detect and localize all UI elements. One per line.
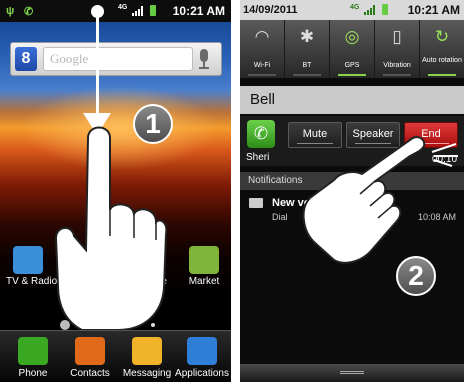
tap-burst-icon: [431, 143, 458, 167]
toggle-wifi[interactable]: ◠ Wi-Fi: [240, 20, 285, 78]
status-bar[interactable]: 14/09/2011 4G 10:21 AM: [240, 0, 464, 20]
contact-name: Sheri: [246, 152, 270, 163]
rotation-icon: ↻: [434, 27, 450, 46]
network-type-label: 4G: [118, 4, 128, 11]
signal-icon: [364, 5, 375, 15]
status-time: 10:21 AM: [172, 4, 225, 18]
status-time: 10:21 AM: [407, 3, 460, 17]
ongoing-call-caller: Bell: [240, 86, 464, 114]
phone-icon[interactable]: ✆: [247, 120, 275, 148]
usb-icon: ψ: [6, 5, 15, 17]
network-type-label: 4G: [350, 4, 360, 11]
contacts-icon: [75, 337, 105, 365]
toggle-state-bar: [383, 74, 411, 76]
notification-subtitle: Dial: [272, 212, 288, 222]
swipe-start-dot: [91, 5, 104, 18]
market-icon: [189, 246, 219, 274]
app-label: TV & Radio: [6, 276, 58, 287]
toggle-bluetooth[interactable]: ✱ BT: [285, 20, 330, 78]
bluetooth-icon: ✱: [299, 27, 315, 46]
toggle-state-bar: [338, 74, 366, 76]
phone-icon: [18, 337, 48, 365]
dock-label: Contacts: [70, 368, 110, 379]
signal-icon: [132, 6, 143, 16]
dock-label: Messaging: [122, 368, 172, 379]
toggle-label: Auto rotation: [422, 57, 462, 64]
dock-phone[interactable]: Phone: [4, 337, 62, 379]
status-date: 14/09/2011: [243, 4, 298, 16]
dock-label: Phone: [18, 368, 48, 379]
toggle-auto-rotation[interactable]: ↻ Auto rotation: [420, 20, 464, 78]
google-logo-icon[interactable]: 8: [15, 47, 37, 71]
grid-icon: [187, 337, 217, 365]
quick-settings-bar: ◠ Wi-Fi ✱ BT ◎ GPS ▯ Vibration ↻ Auto ro…: [240, 20, 464, 78]
status-bar[interactable]: ψ ✆ 4G 10:21 AM: [0, 0, 231, 22]
battery-icon: [382, 4, 388, 15]
microphone-icon[interactable]: [193, 47, 215, 71]
google-search-widget[interactable]: 8 Google: [10, 42, 222, 76]
vibration-icon: ▯: [392, 27, 402, 46]
dock-messaging[interactable]: Messaging: [118, 337, 176, 379]
call-icon: ✆: [24, 6, 34, 18]
toggle-state-bar: [428, 74, 456, 76]
tv-radio-icon: [13, 246, 43, 274]
wifi-icon: ◠: [254, 27, 270, 46]
app-tv-radio[interactable]: TV & Radio: [6, 246, 58, 287]
dock-contacts[interactable]: Contacts: [61, 337, 119, 379]
gps-icon: ◎: [344, 27, 360, 46]
app-label: Market: [188, 276, 220, 287]
panel-drag-handle[interactable]: [240, 364, 464, 382]
step-2-badge: 2: [396, 256, 436, 296]
envelope-icon: [132, 337, 162, 365]
app-dock: Phone Contacts Messaging Applications: [0, 330, 231, 382]
swipe-down-line: [96, 10, 99, 122]
battery-icon: [150, 5, 156, 16]
notification-panel: 14/09/2011 4G 10:21 AM ◠ Wi-Fi ✱ BT ◎ GP…: [240, 0, 464, 382]
toggle-state-bar: [248, 74, 276, 76]
home-screen-panel: ψ ✆ 4G 10:21 AM 8 Google TV & Radio rve …: [0, 0, 231, 382]
search-input[interactable]: Google: [43, 47, 193, 71]
voicemail-icon: [249, 198, 263, 208]
dock-applications[interactable]: Applications: [173, 337, 231, 379]
grip-icon: [340, 371, 364, 374]
toggle-label: Vibration: [383, 62, 411, 69]
app-market[interactable]: Market: [182, 246, 226, 287]
step-1-badge: 1: [133, 104, 173, 144]
dock-label: Applications: [175, 368, 229, 379]
toggle-label: Wi-Fi: [253, 62, 271, 69]
toggle-gps[interactable]: ◎ GPS: [330, 20, 375, 78]
toggle-vibration[interactable]: ▯ Vibration: [375, 20, 420, 78]
toggle-label: BT: [302, 62, 312, 69]
pointing-hand-icon: [302, 136, 426, 264]
pointing-hand-icon: [54, 126, 168, 330]
toggle-label: GPS: [344, 62, 360, 69]
toggle-state-bar: [293, 74, 321, 76]
